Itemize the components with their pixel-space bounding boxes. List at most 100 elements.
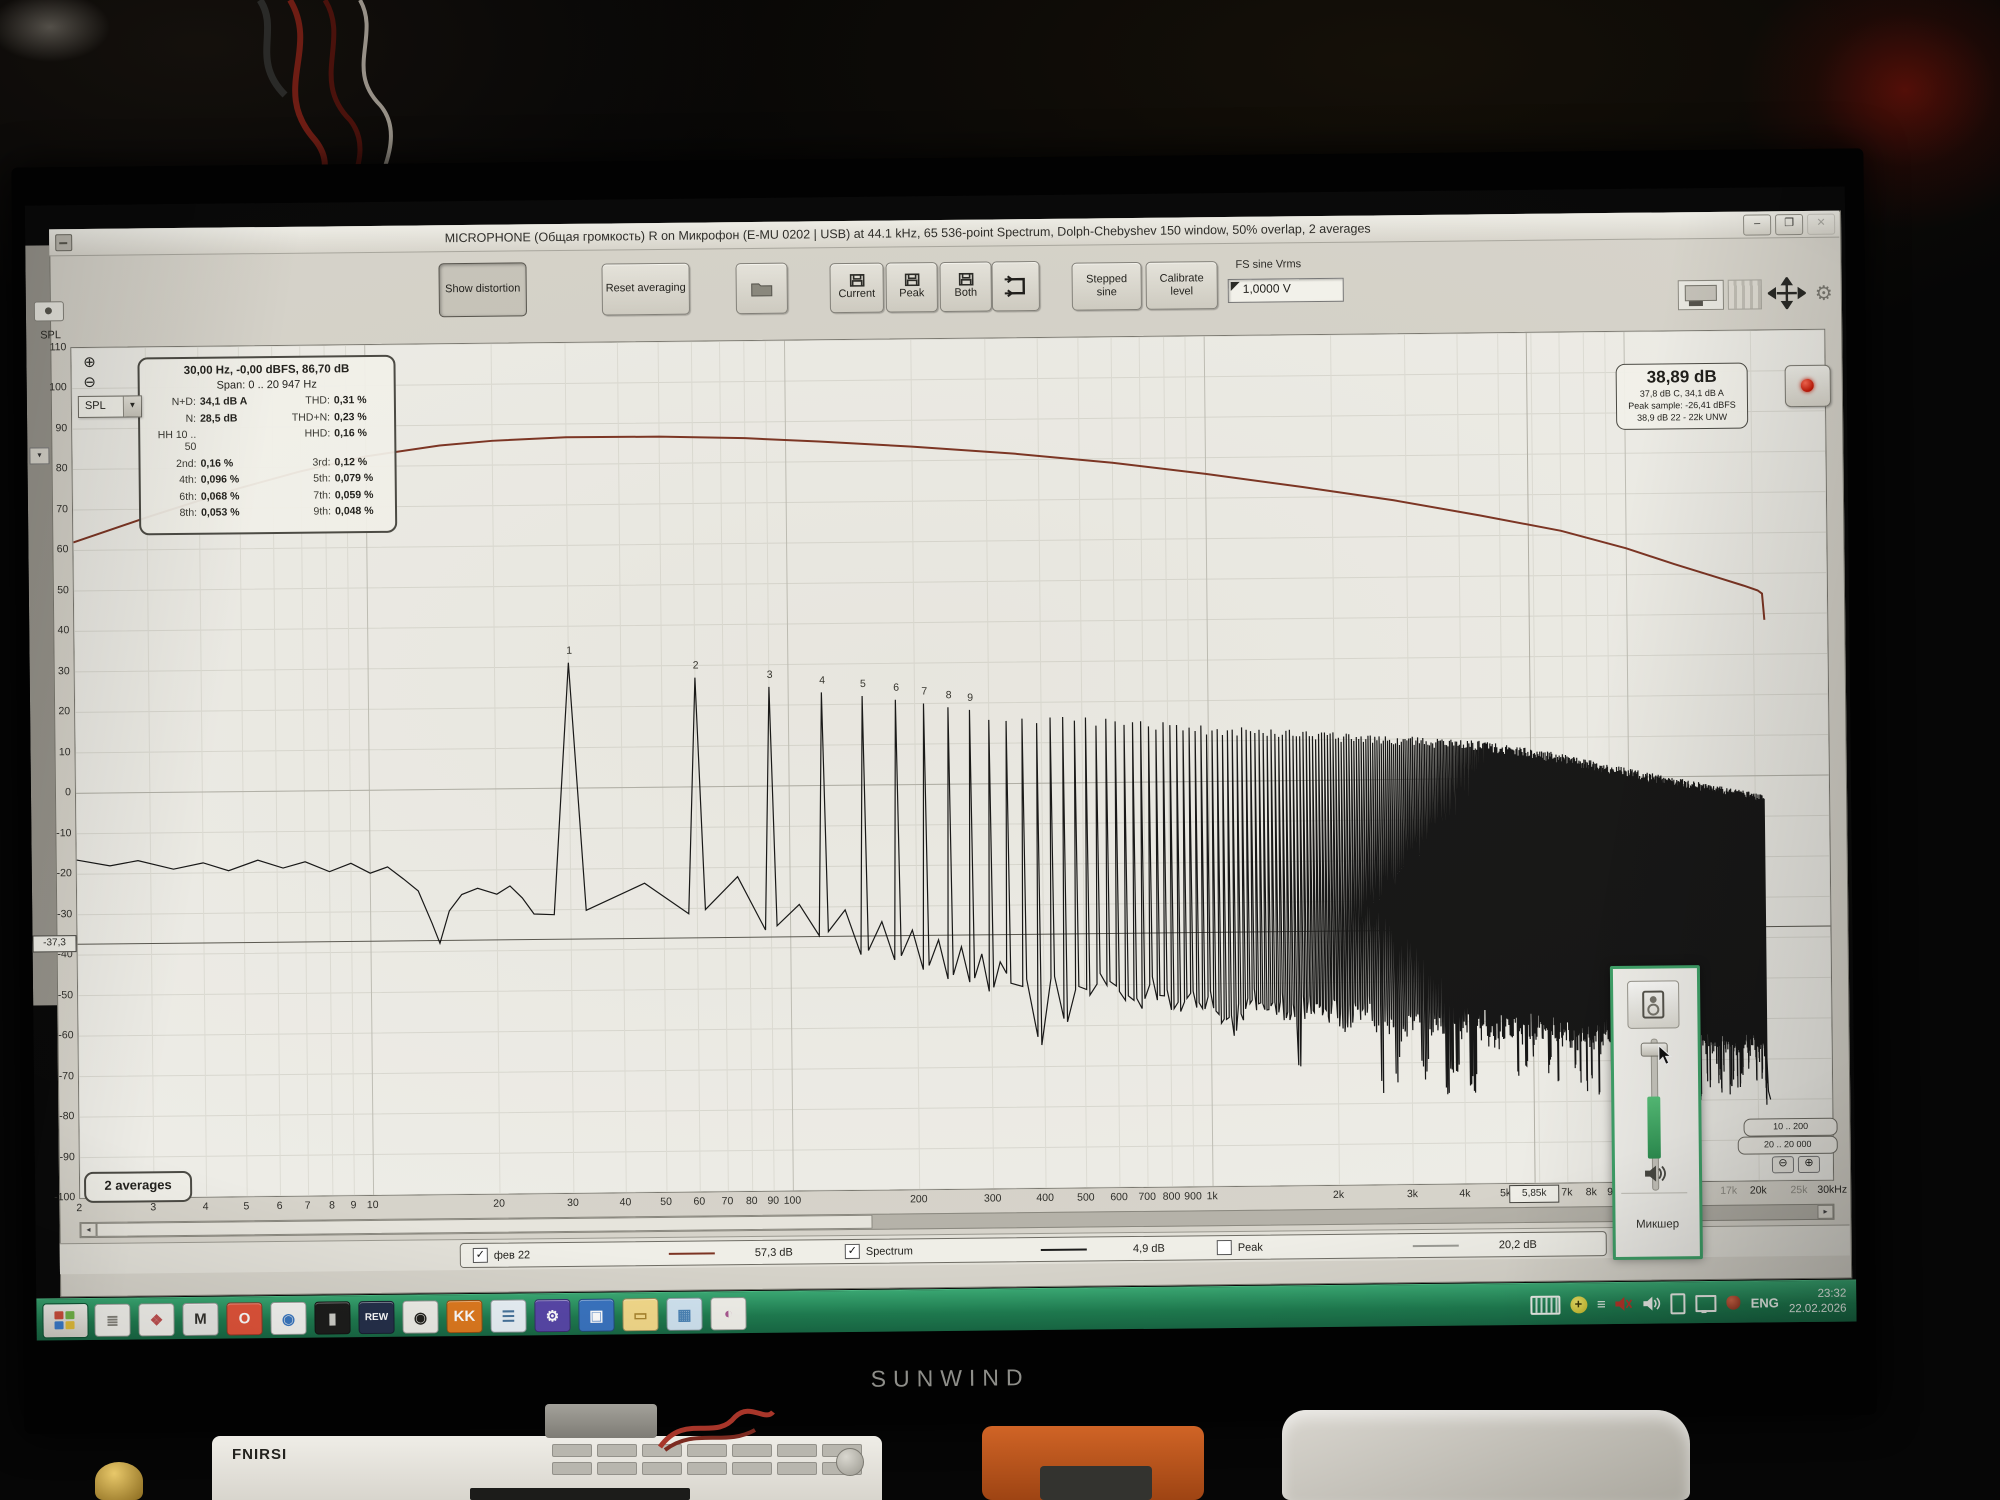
move-arrows-icon[interactable] [1768,277,1806,309]
measurement-header: 30,00 Hz, -0,00 dBFS, 86,70 dB [147,363,385,377]
range-10-200-button[interactable]: 10 .. 200 [1743,1118,1837,1137]
open-file-button[interactable] [735,263,788,315]
fs-sine-input[interactable]: 1,0000 V [1228,278,1344,303]
speaker-icon[interactable] [1643,1163,1667,1183]
taskbar-icon-settings-gear[interactable]: ⚙ [534,1299,570,1332]
scroll-left-arrow[interactable]: ◂ [80,1223,96,1237]
reset-averaging-button[interactable]: Reset averaging [601,263,690,316]
keyboard-icon[interactable] [1530,1295,1560,1314]
multimeter [982,1426,1204,1500]
legend-group-stepped-sine: ✓ фев 22 57,3 dB [461,1244,833,1263]
restore-button[interactable]: ❐ [1775,213,1803,234]
fs-sine-label: FS sine Vrms [1235,258,1301,271]
show-distortion-button[interactable]: Show distortion [438,262,527,317]
device-icon[interactable] [1671,1293,1686,1314]
x-zoom-out-button[interactable]: ⊖ [1772,1156,1794,1173]
averages-badge: 2 averages [84,1171,192,1203]
loop-button[interactable] [991,261,1040,311]
calibrate-level-button[interactable]: Calibrate level [1145,261,1217,310]
x-tick: 70 [722,1195,734,1207]
taskbar-icon-folder[interactable]: ▭ [622,1298,658,1331]
harmonic-label: 4 [819,674,825,686]
save-current-button[interactable]: Current [829,263,884,314]
audio-device-button[interactable] [1627,980,1679,1029]
folder-icon [751,280,773,296]
system-tray: + ≡ ENG 23:32 22.02.2026 [1530,1281,1853,1326]
harmonic-label: 8 [946,689,952,701]
x-tick: 10 [367,1199,379,1211]
stripes-panel-icon[interactable] [1728,279,1762,309]
screen: ▾ MICROPHONE (Общая громкость) R on Микр… [25,187,1857,1341]
x-tick: 800 [1163,1191,1181,1203]
record-button[interactable] [1785,365,1831,407]
clock-time: 23:32 [1789,1287,1847,1303]
layout-panel-icon[interactable] [1678,280,1724,310]
x-zoom-in-button[interactable]: ⊕ [1798,1156,1820,1173]
x-tick: 7 [305,1200,311,1212]
taskbar-icon-console[interactable]: ▮ [314,1301,350,1334]
x-tick: 2k [1333,1189,1344,1201]
app-tray-icon[interactable] [1727,1296,1741,1310]
taskbar-icon-m-editor[interactable]: M [182,1303,218,1336]
clock[interactable]: 23:32 22.02.2026 [1789,1287,1847,1317]
range-20-20000-button[interactable]: 20 .. 20 000 [1738,1136,1838,1155]
layers-icon[interactable]: ≡ [1597,1296,1605,1313]
taskbar-icon-document[interactable]: ≣ [94,1304,130,1337]
x-tick: 500 [1077,1191,1095,1203]
x-tick: 8 [329,1199,335,1211]
x-tick: 20k [1750,1184,1767,1196]
harmonic-label: 1 [566,645,572,657]
taskbar-icon-rew[interactable]: REW [358,1301,394,1334]
floppy-icon [904,274,919,287]
marker-tool-button[interactable] [34,301,64,321]
oscilloscope-screen [470,1488,690,1500]
taskbar-icon-record-player[interactable]: ◉ [402,1300,438,1333]
taskbar-icon-palette[interactable]: ◐ [710,1297,746,1330]
taskbar-icon-database[interactable]: ☰ [490,1299,526,1332]
minimize-button[interactable]: – [1743,214,1771,235]
trace-checkbox[interactable]: ✓ [473,1248,488,1263]
save-peak-button[interactable]: Peak [885,262,938,313]
x-cursor-readout: 5,85k [1509,1185,1559,1204]
taskbar-icon-image-viewer[interactable]: ▦ [666,1298,702,1331]
trace-swatch [669,1252,715,1254]
measurement-value: 0,16 % [200,456,276,469]
language-indicator[interactable]: ENG [1751,1295,1779,1310]
trace-value: 57,3 dB [729,1246,793,1259]
close-button[interactable]: ✕ [1807,213,1835,234]
trace-checkbox[interactable] [1217,1240,1232,1255]
app-icon [55,234,72,251]
x-tick: 8k [1586,1186,1597,1198]
trace-checkbox[interactable]: ✓ [845,1244,860,1259]
harmonic-label: 7 [921,685,927,697]
measurement-key: N+D: [148,396,200,409]
zoom-in-button[interactable]: ⊕ [79,354,99,374]
taskbar-icon-kk-app[interactable]: KK [446,1300,482,1333]
scale-select[interactable]: SPL ▼ [78,395,142,418]
clock-date: 22.02.2026 [1789,1302,1847,1318]
save-both-button[interactable]: Both [939,261,992,312]
mixer-link[interactable]: Микшер [1616,1218,1700,1231]
network-icon[interactable] [1696,1294,1717,1311]
zoom-out-button[interactable]: ⊖ [80,374,100,394]
muted-speaker-icon[interactable] [1615,1296,1633,1312]
chevron-down-icon[interactable]: ▼ [123,396,141,416]
stepped-sine-button[interactable]: Stepped sine [1071,262,1141,311]
gear-icon[interactable]: ⚙ [1812,281,1836,307]
oscilloscope-brand: FNIRSI [232,1446,287,1463]
taskbar-icon-paint[interactable]: ❖ [138,1303,174,1336]
y-tick: 10 [30,746,70,758]
taskbar-icon-browser-orange[interactable]: O [226,1302,262,1335]
x-tick: 25k [1790,1184,1807,1196]
taskbar-icon-photos[interactable]: ▣ [578,1298,614,1331]
measurement-span: Span: 0 .. 20 947 Hz [148,378,386,392]
divider [1621,1192,1687,1194]
spectrum-plot[interactable]: 123456789 ⊕ ⊖ SPL ▼ 30,00 Hz, -0,00 dBFS… [70,329,1834,1199]
x-tick: 600 [1110,1191,1128,1203]
start-button[interactable] [42,1303,88,1338]
x-tick: 400 [1036,1192,1054,1204]
volume-icon[interactable] [1643,1296,1661,1312]
taskbar-icon-chrome[interactable]: ◉ [270,1302,306,1335]
update-icon[interactable]: + [1570,1296,1587,1313]
scroll-right-arrow[interactable]: ▸ [1817,1205,1833,1219]
